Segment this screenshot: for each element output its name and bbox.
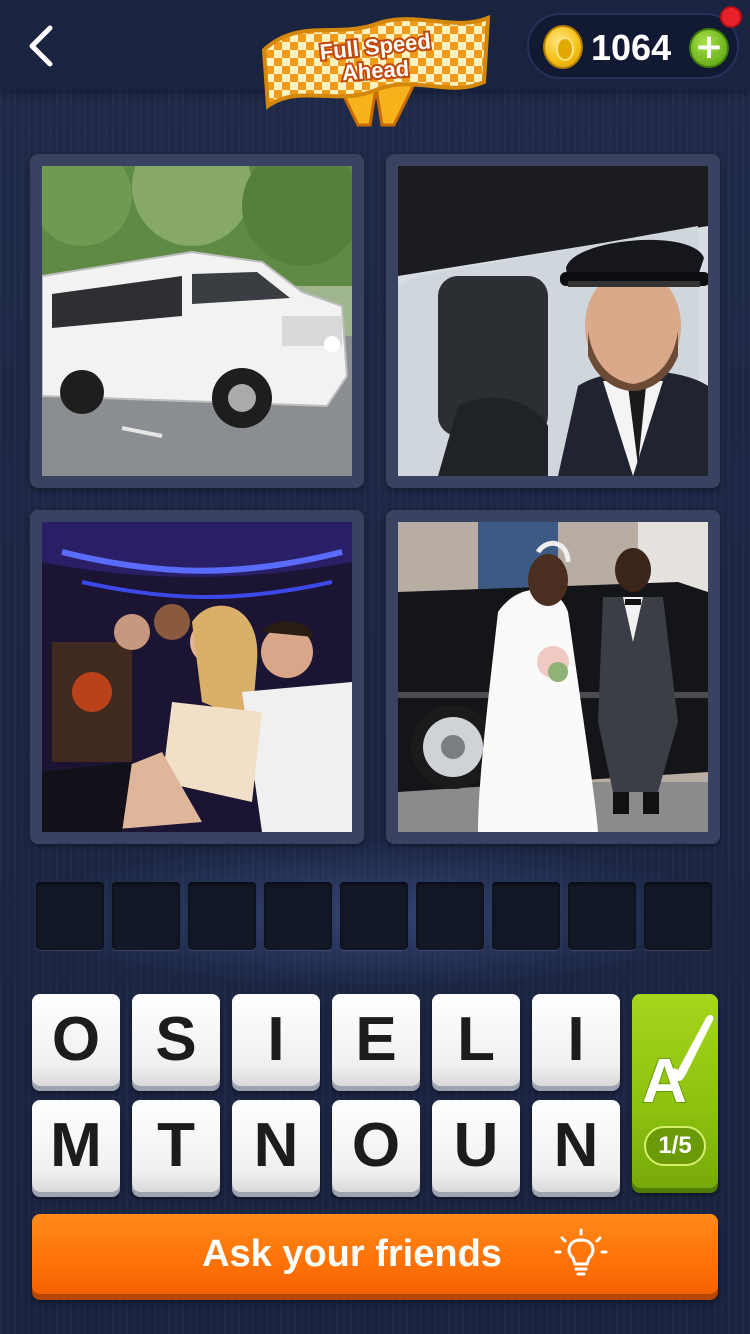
answer-slot-7[interactable] [492, 882, 560, 950]
answer-slot-8[interactable] [568, 882, 636, 950]
clue-photo-4[interactable] [386, 510, 720, 844]
letter-tile-3[interactable]: I [232, 994, 320, 1086]
coin-icon [543, 25, 583, 69]
level-banner: Full Speed Ahead [261, 14, 491, 127]
top-bar: Full Speed Ahead 1064 + [0, 0, 750, 127]
back-button[interactable] [22, 22, 62, 70]
ask-friends-button[interactable]: Ask your friends [32, 1214, 718, 1294]
chauffeur-image [398, 166, 708, 476]
chevron-left-icon [29, 25, 53, 67]
letter-tile-7[interactable]: M [32, 1100, 120, 1192]
limousine-image [42, 166, 352, 476]
letter-tile-6[interactable]: I [532, 994, 620, 1086]
limo-party-image [42, 522, 352, 832]
answer-slot-6[interactable] [416, 882, 484, 950]
letter-tile-11[interactable]: U [432, 1100, 520, 1192]
ask-friends-label: Ask your friends [202, 1233, 502, 1275]
answer-slots [36, 882, 716, 952]
answer-slot-1[interactable] [36, 882, 104, 950]
letter-tile-9[interactable]: N [232, 1100, 320, 1192]
answer-slot-5[interactable] [340, 882, 408, 950]
letter-tile-5[interactable]: L [432, 994, 520, 1086]
paintbrush-letter-icon: A [641, 1015, 714, 1110]
letter-tile-1[interactable]: O [32, 994, 120, 1086]
answer-slot-3[interactable] [188, 882, 256, 950]
letter-tile-4[interactable]: E [332, 994, 420, 1086]
letter-tile-10[interactable]: O [332, 1100, 420, 1192]
clue-photo-1[interactable] [30, 154, 364, 488]
coin-counter: 1064 + [527, 13, 739, 79]
lightbulb-icon [554, 1228, 608, 1276]
answer-slot-9[interactable] [644, 882, 712, 950]
coin-count: 1064 [591, 27, 672, 68]
letter-tile-12[interactable]: N [532, 1100, 620, 1192]
answer-slot-2[interactable] [112, 882, 180, 950]
letter-tile-8[interactable]: T [132, 1100, 220, 1192]
hint-button[interactable]: A 1/5 [632, 994, 718, 1188]
hint-count: 1/5 [644, 1126, 706, 1166]
letter-tile-2[interactable]: S [132, 994, 220, 1086]
answer-slot-4[interactable] [264, 882, 332, 950]
clue-photo-3[interactable] [30, 510, 364, 844]
banner-line2: Ahead [341, 56, 410, 86]
clue-photo-2[interactable] [386, 154, 720, 488]
notification-dot [720, 6, 742, 28]
add-coins-button[interactable]: + [689, 28, 729, 68]
wedding-car-image [398, 522, 708, 832]
